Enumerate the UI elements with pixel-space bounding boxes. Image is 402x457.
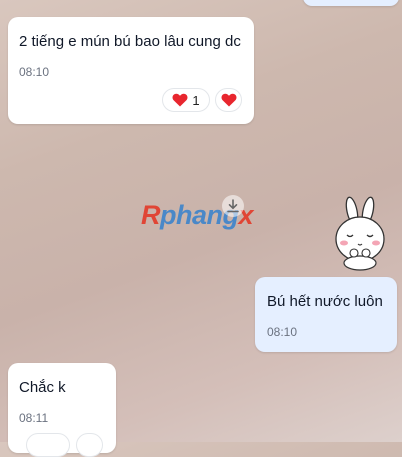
heart-icon [172,93,188,107]
reaction-summary[interactable]: 1 [162,88,210,112]
react-button[interactable] [76,433,103,457]
reaction-summary[interactable] [26,433,70,457]
message-time: 08:10 [267,325,298,339]
message-time: 08:10 [19,65,50,79]
download-icon[interactable] [222,195,244,217]
heart-icon [221,93,236,107]
message-text: Chắc k [19,379,66,396]
react-button[interactable] [215,88,242,112]
message-text: Bú hết nước luôn [267,293,383,310]
message-time: 08:11 [19,411,49,425]
bunny-sticker[interactable] [330,195,390,271]
sent-message-bubble[interactable]: Bú hết nước luôn 08:10 [255,277,397,352]
previous-message-bubble[interactable] [303,0,399,6]
message-text: 2 tiếng e mún bú bao lâu cung dc [19,33,241,50]
reaction-count: 1 [192,92,200,108]
